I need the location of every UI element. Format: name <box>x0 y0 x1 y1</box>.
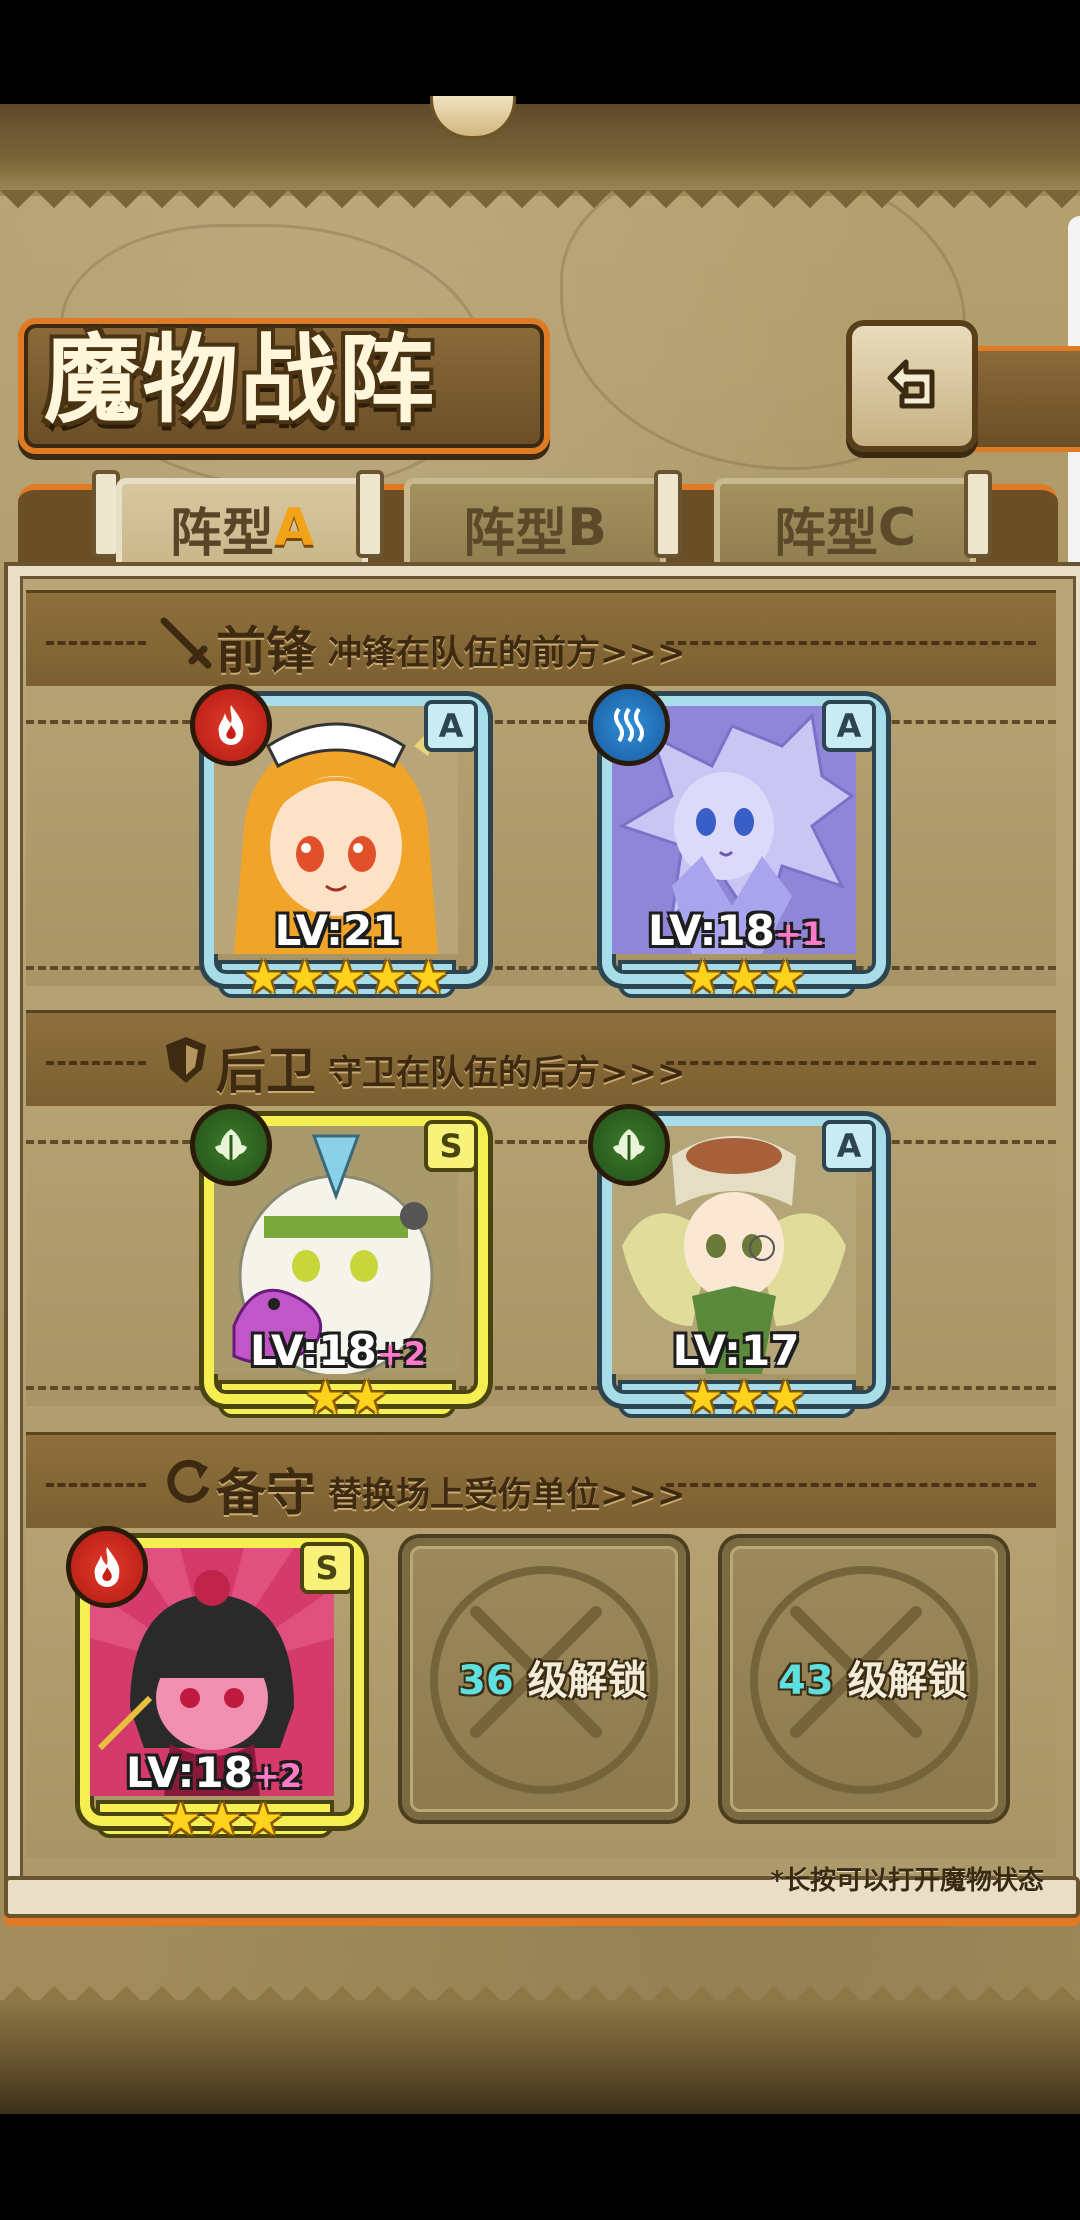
star-icon: ★ <box>201 1792 243 1846</box>
back-arrow-icon <box>872 344 952 428</box>
rank-badge: A <box>822 1120 876 1172</box>
divider <box>46 1483 146 1487</box>
tab-divider <box>356 470 384 558</box>
star-icon: ★ <box>407 950 450 1004</box>
footer-hint: *长按可以打开魔物状态 <box>770 1866 1044 1896</box>
fire-element-icon <box>190 684 272 766</box>
tab-letter: C <box>877 498 917 558</box>
level-value: LV:18 <box>126 1748 253 1797</box>
section-description: 守卫在队伍的后方>>> <box>328 1053 686 1093</box>
rearguard-header: 后卫 守卫在队伍的后方>>> <box>26 1010 1056 1112</box>
fire-element-icon <box>66 1526 148 1608</box>
level-value: LV:18 <box>250 1326 377 1375</box>
star-icon: ★ <box>764 1370 806 1424</box>
unlock-requirement: 43 级解锁 <box>778 1648 968 1706</box>
level-value: LV:18 <box>648 906 775 955</box>
tab-letter: A <box>273 498 315 558</box>
back-button[interactable] <box>846 320 978 452</box>
water-element-icon <box>588 684 670 766</box>
star-rating: ★ ★ ★ <box>602 954 886 1000</box>
star-icon: ★ <box>682 1370 724 1424</box>
row-divider <box>26 966 1056 970</box>
divider <box>46 641 146 645</box>
row-divider <box>26 1386 1056 1390</box>
star-icon: ★ <box>242 1792 284 1846</box>
rearguard-row <box>26 1106 1056 1406</box>
star-icon: ★ <box>723 1370 765 1424</box>
bottom-zigzag-border <box>0 1968 1080 2114</box>
star-icon: ★ <box>366 950 408 1004</box>
star-icon: ★ <box>304 1370 346 1424</box>
unlock-requirement: 36 级解锁 <box>458 1648 648 1706</box>
refresh-icon <box>162 1455 214 1513</box>
sword-icon <box>158 615 212 673</box>
tab-formation-a[interactable]: 阵型 A <box>116 478 368 572</box>
level-label: LV:17 <box>612 1326 860 1375</box>
tab-formation-c[interactable]: 阵型 C <box>714 478 976 572</box>
vanguard-header: 前锋 冲锋在队伍的前方>>> <box>26 590 1056 692</box>
star-icon: ★ <box>764 950 806 1004</box>
star-icon: ★ <box>723 950 765 1004</box>
section-title: 前锋 <box>216 622 316 680</box>
level-value: LV:17 <box>672 1326 800 1375</box>
tab-label: 阵型 <box>773 503 878 564</box>
tab-formation-b[interactable]: 阵型 B <box>404 478 666 572</box>
tab-divider <box>964 470 992 558</box>
section-title: 后卫 <box>216 1042 316 1100</box>
tab-label: 阵型 <box>463 503 568 564</box>
divider <box>666 1483 1036 1487</box>
star-icon: ★ <box>284 950 326 1004</box>
level-plus: +2 <box>376 1335 426 1373</box>
top-zigzag-border <box>0 104 1080 226</box>
star-rating: ★ ★ ★ <box>80 1796 364 1842</box>
section-description: 替换场上受伤单位>>> <box>328 1475 686 1515</box>
locked-slot[interactable]: 43 级解锁 <box>722 1538 1006 1820</box>
level-label: LV:18+1 <box>612 906 860 955</box>
vanguard-row <box>26 686 1056 986</box>
divider <box>666 1061 1036 1065</box>
star-icon: ★ <box>160 1792 202 1846</box>
rank-badge: A <box>822 700 876 752</box>
unlock-level: 36 <box>458 1658 514 1704</box>
level-value: LV:21 <box>274 906 402 955</box>
unlock-label: 级解锁 <box>527 1658 648 1704</box>
tab-divider <box>654 470 682 558</box>
grass-element-icon <box>588 1104 670 1186</box>
divider <box>46 1061 146 1065</box>
level-label: LV:18+2 <box>90 1748 338 1797</box>
unlock-level: 43 <box>778 1658 834 1704</box>
star-rating: ★ ★ ★ ★ ★ <box>204 954 488 1000</box>
row-divider <box>26 720 1056 724</box>
page-title: 魔物战阵 <box>44 324 436 436</box>
tab-letter: B <box>567 498 607 558</box>
reserve-header: 备守 替换场上受伤单位>>> <box>26 1432 1056 1534</box>
star-icon: ★ <box>682 950 724 1004</box>
grass-element-icon <box>190 1104 272 1186</box>
locked-slot[interactable]: 36 级解锁 <box>402 1538 686 1820</box>
section-title: 备守 <box>216 1464 316 1522</box>
section-description: 冲锋在队伍的前方>>> <box>328 633 686 673</box>
level-label: LV:21 <box>214 906 462 955</box>
rank-badge: S <box>424 1120 478 1172</box>
level-plus: +2 <box>252 1757 302 1795</box>
shield-icon <box>162 1033 210 1091</box>
tab-label: 阵型 <box>169 503 274 564</box>
row-divider <box>26 1140 1056 1144</box>
rank-badge: A <box>424 700 478 752</box>
star-rating: ★ ★ <box>204 1374 488 1420</box>
star-icon: ★ <box>242 950 285 1004</box>
level-plus: +1 <box>774 915 824 953</box>
star-icon: ★ <box>325 950 367 1004</box>
star-rating: ★ ★ ★ <box>602 1374 886 1420</box>
divider <box>666 641 1036 645</box>
level-label: LV:18+2 <box>214 1326 462 1375</box>
unlock-label: 级解锁 <box>847 1658 968 1704</box>
rank-badge: S <box>300 1542 354 1594</box>
star-icon: ★ <box>346 1370 388 1424</box>
